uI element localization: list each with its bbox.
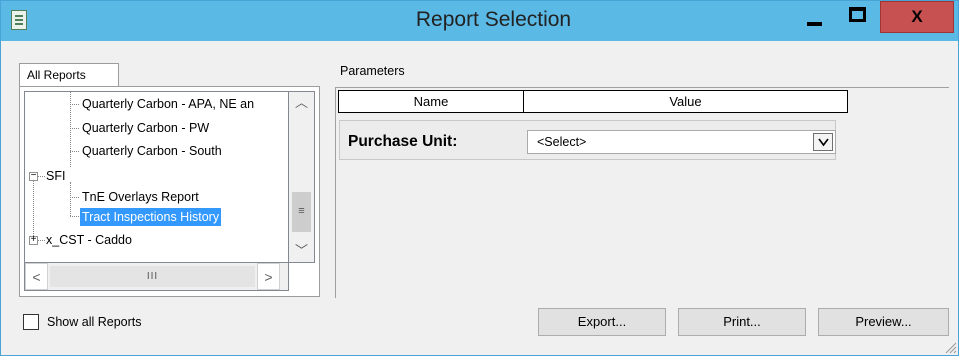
tree-item-tne-overlays-report[interactable]: TnE Overlays Report [82, 188, 199, 206]
minimize-button[interactable] [795, 1, 835, 33]
parameters-grid: Name Value Purchase Unit: <Select> [335, 87, 949, 298]
tree-item-x-cst-caddo[interactable]: x_CST - Caddo [46, 231, 132, 249]
purchase-unit-dropdown[interactable]: <Select> [527, 130, 836, 154]
resize-grip-icon[interactable] [945, 342, 957, 354]
scroll-up-icon[interactable]: ︿ [289, 92, 314, 114]
parameter-name: Purchase Unit: [348, 133, 458, 150]
tree-item-tract-inspections-history[interactable]: Tract Inspections History [80, 208, 222, 226]
show-all-reports-checkbox[interactable] [23, 314, 39, 330]
print-button[interactable]: Print... [678, 308, 806, 336]
scroll-right-icon[interactable]: > [257, 263, 280, 290]
column-header-value[interactable]: Value [523, 90, 848, 113]
vertical-scroll-thumb[interactable]: ≡ [292, 192, 311, 232]
reports-tree[interactable]: − + Quarterly Carbon - APA, NE an Quarte… [24, 91, 289, 263]
show-all-reports-label[interactable]: Show all Reports [47, 315, 142, 329]
scroll-down-icon[interactable]: ﹀ [289, 240, 314, 262]
tree-vertical-scrollbar[interactable]: ︿ ≡ ﹀ [289, 91, 315, 263]
chevron-down-icon [818, 138, 829, 147]
tab-all-reports[interactable]: All Reports [19, 63, 119, 87]
tree-item-quarterly-carbon-apa[interactable]: Quarterly Carbon - APA, NE an [82, 95, 254, 113]
report-selection-window: Report Selection X All Reports − + Quart… [0, 0, 959, 356]
title-bar[interactable]: Report Selection X [1, 1, 958, 41]
tree-item-quarterly-carbon-south[interactable]: Quarterly Carbon - South [82, 142, 222, 160]
dropdown-button[interactable] [813, 133, 833, 151]
tree-item-quarterly-carbon-pw[interactable]: Quarterly Carbon - PW [82, 119, 209, 137]
export-button[interactable]: Export... [538, 308, 666, 336]
scroll-left-icon[interactable]: < [25, 263, 48, 290]
parameters-label: Parameters [340, 64, 405, 78]
horizontal-scroll-thumb[interactable]: III [50, 266, 255, 287]
expand-caddo-icon[interactable]: + [29, 235, 38, 245]
column-header-name[interactable]: Name [338, 90, 524, 113]
preview-button[interactable]: Preview... [818, 308, 949, 336]
purchase-unit-selected-value: <Select> [537, 135, 587, 149]
tree-horizontal-scrollbar[interactable]: < III > [24, 263, 289, 291]
parameter-row: Purchase Unit: <Select> [339, 120, 836, 160]
collapse-sfi-icon[interactable]: − [29, 171, 38, 181]
tree-item-sfi[interactable]: SFI [46, 167, 65, 185]
close-button[interactable]: X [880, 1, 954, 33]
maximize-button[interactable] [838, 1, 878, 33]
